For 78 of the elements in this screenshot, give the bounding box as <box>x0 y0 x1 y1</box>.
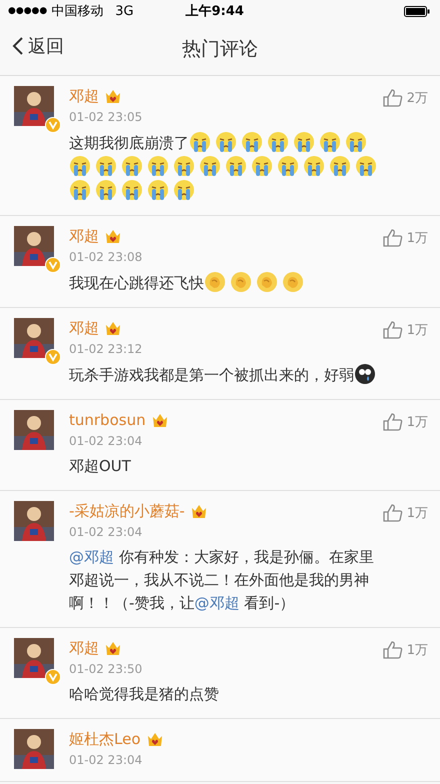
thumbs-up-icon <box>382 504 403 522</box>
crying-face-icon <box>69 155 91 177</box>
hand-emoji-icon <box>256 271 278 293</box>
carrier-name: 中国移动 <box>51 3 104 20</box>
teary-face-icon <box>354 363 376 385</box>
crying-face-icon <box>147 179 169 201</box>
crown-icon <box>146 732 162 746</box>
crying-face-icon <box>329 155 351 177</box>
crown-icon <box>105 228 121 244</box>
like-button[interactable]: 1万 <box>382 640 428 660</box>
crying-face-icon <box>293 131 315 153</box>
crying-face-icon <box>95 179 117 201</box>
crying-face-icon <box>173 155 195 177</box>
user-name[interactable]: tunrbosun <box>69 411 146 429</box>
crying-face-icon <box>69 179 91 201</box>
crying-face-icon <box>319 131 341 153</box>
crying-face-icon <box>189 131 211 153</box>
crying-face-icon <box>303 155 325 177</box>
mention-link[interactable]: @邓超 <box>69 548 114 566</box>
user-name[interactable]: 邓超 <box>69 318 99 338</box>
back-button[interactable]: 返回 <box>12 34 64 58</box>
crying-face-icon <box>277 155 299 177</box>
comment-text: 玩杀手游戏我都是第一个被抓出来的，好弱 <box>69 366 354 384</box>
crown-icon <box>105 640 121 656</box>
comment-date: 01-02 23:04 <box>69 525 144 539</box>
comment-date: 01-02 23:04 <box>69 753 144 767</box>
crying-face-icon <box>121 155 143 177</box>
crown-icon <box>190 504 207 518</box>
signal-dots: ●●●●● <box>8 6 48 16</box>
like-button[interactable]: 1万 <box>382 228 428 248</box>
crying-face-icon <box>173 179 195 201</box>
thumbs-up-icon <box>382 413 403 431</box>
crying-face-icon <box>199 155 221 177</box>
battery-icon <box>404 6 430 16</box>
thumbs-up-icon <box>382 321 403 339</box>
user-name[interactable]: 邓超 <box>69 226 99 246</box>
like-button[interactable]: 2万 <box>382 88 428 108</box>
thumbs-up-icon <box>382 89 403 107</box>
comment-date: 01-02 23:08 <box>69 250 144 264</box>
crying-face-icon <box>121 179 143 201</box>
like-button[interactable]: 1万 <box>382 503 428 523</box>
crying-face-icon <box>225 155 247 177</box>
comment-date: 01-02 23:50 <box>69 662 144 676</box>
like-button[interactable]: 1万 <box>382 320 428 340</box>
like-button[interactable]: 1万 <box>382 412 428 432</box>
comment-text: 哈哈觉得我是猪的点赞 <box>69 684 220 705</box>
crying-face-icon <box>251 155 273 177</box>
mention-link[interactable]: @邓超 <box>194 594 240 612</box>
crying-face-icon <box>267 131 289 153</box>
page-title: 热门评论 <box>182 36 258 62</box>
comment-date: 01-02 23:04 <box>69 434 144 448</box>
comment-text: 我现在心跳得还飞快 <box>69 274 204 292</box>
crown-icon <box>152 412 168 428</box>
hand-emoji-icon <box>230 271 252 293</box>
thumbs-up-icon <box>382 229 403 247</box>
user-name[interactable]: 邓超 <box>69 86 99 106</box>
status-time: 上午9:44 <box>186 3 244 20</box>
comment-text: @邓超 你有种发：大家好，我是孙俪。在家里邓超说一，我从不说二！在外面他是我的男神啊！！（-赞我，让@邓超 看到-） <box>69 547 375 614</box>
network-type: 3G <box>115 4 134 18</box>
user-name[interactable]: 姬杜杰Leo <box>69 730 140 748</box>
comment-text: 邓超OUT <box>69 456 132 477</box>
crying-face-icon <box>215 131 237 153</box>
crying-face-icon <box>95 155 117 177</box>
user-name[interactable]: -采姑凉的小蘑菇- <box>69 502 185 520</box>
crying-face-icon <box>241 131 263 153</box>
comment-date: 01-02 23:12 <box>69 342 144 356</box>
crying-face-icon <box>147 155 169 177</box>
comment-date: 01-02 23:05 <box>69 110 144 124</box>
hand-emoji-icon <box>282 271 304 293</box>
crying-face-icon <box>345 131 367 153</box>
crown-icon <box>105 88 121 104</box>
thumbs-up-icon <box>382 641 403 659</box>
hand-emoji-icon <box>204 271 226 293</box>
comment-text: 这期我彻底崩溃了 <box>69 134 189 152</box>
crying-face-icon <box>355 155 377 177</box>
crown-icon <box>105 320 121 336</box>
user-name[interactable]: 邓超 <box>69 638 99 658</box>
chevron-left-icon <box>12 36 24 56</box>
